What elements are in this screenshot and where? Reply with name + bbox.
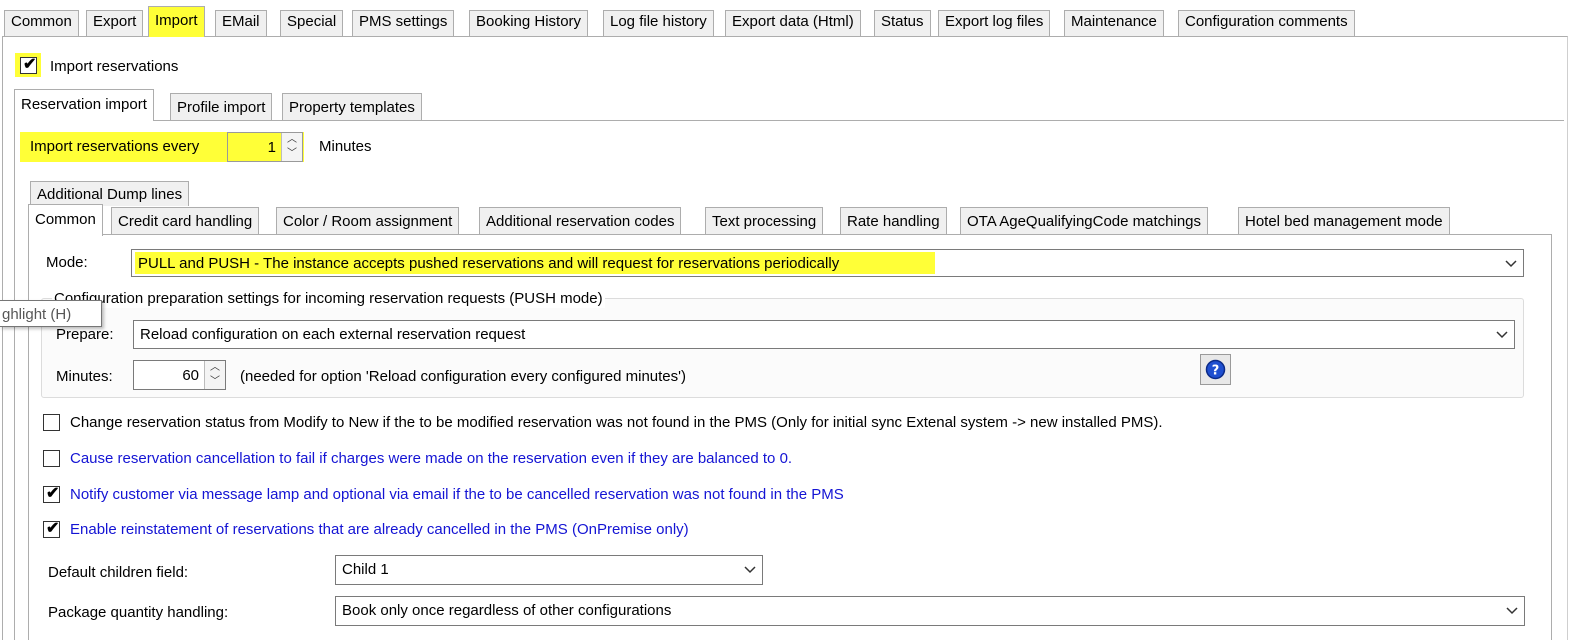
minutes-spinner[interactable]: 60 ︿ ﹀: [133, 360, 226, 390]
chevron-down-icon[interactable]: [1496, 326, 1508, 342]
tab-booking-history[interactable]: Booking History: [469, 10, 589, 36]
option-label-3: Notify customer via message lamp and opt…: [70, 486, 844, 503]
tab-text-processing[interactable]: Text processing: [705, 207, 824, 234]
interval-unit: Minutes: [319, 138, 372, 155]
push-settings-group-title: Configuration preparation settings for i…: [52, 289, 605, 308]
option-checkbox-1[interactable]: [43, 414, 60, 431]
children-field-value: Child 1: [342, 561, 389, 578]
chevron-down-icon[interactable]: [744, 561, 756, 577]
tab-status[interactable]: Status: [874, 10, 931, 36]
import-reservations-label: Import reservations: [50, 58, 179, 75]
chevron-down-icon[interactable]: ﹀: [205, 375, 225, 389]
package-handling-select[interactable]: Book only once regardless of other confi…: [335, 596, 1525, 626]
svg-text:?: ?: [1212, 364, 1220, 379]
interval-stepper-buttons[interactable]: ︿ ﹀: [281, 133, 302, 161]
tab-additional-dump-lines[interactable]: Additional Dump lines: [30, 181, 190, 206]
import-reservations-checkbox[interactable]: ✔: [20, 56, 37, 74]
minutes-label: Minutes:: [56, 368, 113, 385]
tab-log-file-history[interactable]: Log file history: [603, 10, 714, 36]
package-handling-value: Book only once regardless of other confi…: [342, 602, 672, 619]
help-icon: ?: [1205, 359, 1226, 380]
option-label-1: Change reservation status from Modify to…: [70, 414, 1163, 431]
tab-additional-reservation-codes[interactable]: Additional reservation codes: [479, 207, 682, 234]
tooltip-text: ghlight (H): [2, 306, 72, 323]
interval-value: 1: [267, 139, 276, 156]
tooltip: ghlight (H): [0, 300, 102, 327]
tab-property-templates[interactable]: Property templates: [282, 93, 422, 120]
minutes-stepper-buttons[interactable]: ︿ ﹀: [204, 361, 225, 389]
tab-configuration-comments[interactable]: Configuration comments: [1178, 10, 1355, 36]
prepare-label: Prepare:: [56, 326, 114, 343]
children-field-select[interactable]: Child 1: [335, 555, 763, 585]
option-checkbox-3[interactable]: ✔: [43, 485, 60, 503]
chevron-down-icon[interactable]: ﹀: [282, 147, 302, 161]
tab-export-data-html[interactable]: Export data (Html): [725, 10, 861, 36]
minutes-value: 60: [182, 367, 199, 384]
chevron-down-icon[interactable]: [1505, 255, 1517, 271]
interval-spinner[interactable]: 1 ︿ ﹀: [227, 132, 303, 162]
package-handling-label: Package quantity handling:: [48, 604, 229, 621]
mode-label: Mode:: [46, 254, 88, 271]
chevron-down-icon[interactable]: [1506, 602, 1518, 618]
option-label-4: Enable reinstatement of reservations tha…: [70, 521, 689, 538]
option-label-2: Cause reservation cancellation to fail i…: [70, 450, 793, 467]
chevron-up-icon[interactable]: ︿: [282, 133, 302, 147]
tab-export[interactable]: Export: [86, 10, 144, 36]
tab-export-log-files[interactable]: Export log files: [938, 10, 1051, 36]
tab-common[interactable]: Common: [4, 10, 79, 36]
interval-label: Import reservations every: [30, 138, 200, 155]
option-checkbox-2[interactable]: [43, 450, 60, 467]
tab-hotel-bed-management[interactable]: Hotel bed management mode: [1238, 207, 1450, 234]
tab-ota-agequalifyingcode[interactable]: OTA AgeQualifyingCode matchings: [960, 207, 1209, 234]
tab-rate-handling[interactable]: Rate handling: [840, 207, 947, 234]
mode-select[interactable]: PULL and PUSH - The instance accepts pus…: [131, 249, 1524, 277]
tab-reservation-import[interactable]: Reservation import: [14, 89, 154, 121]
tab-email[interactable]: EMail: [215, 10, 267, 36]
prepare-select[interactable]: Reload configuration on each external re…: [133, 320, 1515, 349]
prepare-value: Reload configuration on each external re…: [140, 326, 526, 343]
tab-inner-common[interactable]: Common: [28, 204, 103, 236]
help-button[interactable]: ?: [1200, 354, 1231, 385]
tab-maintenance[interactable]: Maintenance: [1064, 10, 1164, 36]
tab-color-room-assignment[interactable]: Color / Room assignment: [276, 207, 460, 234]
minutes-note: (needed for option 'Reload configuration…: [240, 368, 686, 385]
chevron-up-icon[interactable]: ︿: [205, 361, 225, 375]
children-field-label: Default children field:: [48, 564, 189, 581]
tab-special[interactable]: Special: [280, 10, 344, 36]
tab-profile-import[interactable]: Profile import: [170, 93, 273, 120]
mode-value: PULL and PUSH - The instance accepts pus…: [138, 255, 840, 272]
option-checkbox-4[interactable]: ✔: [43, 520, 60, 538]
tab-pms-settings[interactable]: PMS settings: [352, 10, 455, 36]
tab-credit-card-handling[interactable]: Credit card handling: [111, 207, 260, 234]
tab-import[interactable]: Import: [148, 6, 205, 37]
